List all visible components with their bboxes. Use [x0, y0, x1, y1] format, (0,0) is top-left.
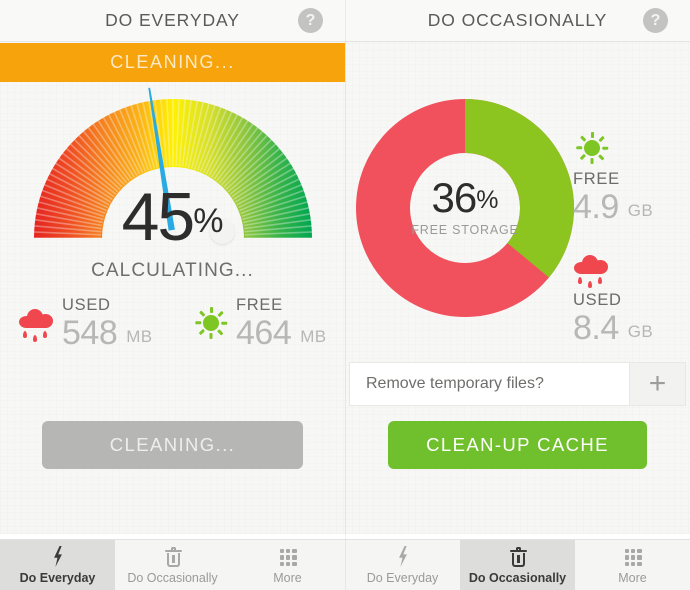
stat-free-unit: MB: [300, 327, 327, 346]
clean-up-cache-button[interactable]: CLEAN-UP CACHE: [388, 421, 647, 469]
stat-free-label: FREE: [236, 296, 283, 314]
sun-icon: [192, 305, 230, 347]
legend-free-value: 4.9 GB: [573, 189, 683, 229]
tab-more[interactable]: More: [230, 540, 345, 590]
sun-icon: [573, 130, 611, 168]
remove-temp-files-label: Remove temporary files?: [366, 375, 544, 392]
legend-used-label: USED: [573, 291, 622, 309]
tab-do-occasionally[interactable]: Do Occasionally: [460, 540, 575, 590]
cleaning-banner: CLEANING...: [0, 43, 345, 82]
dots-grid-icon: [275, 546, 301, 568]
trash-icon: [505, 546, 531, 568]
legend-free-label: FREE: [573, 170, 620, 188]
stat-free-number: 464: [236, 314, 292, 352]
donut-percent: 36%: [355, 176, 575, 222]
legend-item-free: FREE 4.9 GB: [573, 130, 683, 229]
donut-percent-unit: %: [476, 186, 499, 214]
rain-cloud-icon: [573, 251, 611, 289]
gauge-percent-unit: %: [193, 202, 224, 240]
lightning-bolt-icon: [390, 546, 416, 568]
tab-more-label: More: [618, 571, 647, 585]
donut-center-readout: 36% FREE STORAGE: [355, 176, 575, 238]
right-tab-bar: Do Everyday Do Occasionally More: [345, 539, 690, 590]
left-tab-bar: Do Everyday Do Occasionally More: [0, 539, 345, 590]
donut-percent-value: 36: [431, 174, 478, 221]
storage-donut-chart: 36% FREE STORAGE: [355, 98, 575, 318]
left-header: DO EVERYDAY ?: [0, 0, 345, 42]
gauge-percent-value: 45: [121, 179, 196, 255]
legend-free-unit: GB: [627, 201, 654, 220]
plus-icon[interactable]: +: [629, 363, 685, 405]
right-lower-band: [345, 490, 690, 534]
stat-used-unit: MB: [126, 327, 153, 346]
stat-used: USED 548 MB: [18, 295, 153, 355]
cleaning-button[interactable]: CLEANING...: [42, 421, 303, 469]
right-page-title: DO OCCASIONALLY: [427, 10, 608, 30]
stat-free: FREE 464 MB: [192, 295, 327, 355]
dual-screenshot-canvas: DO EVERYDAY ? CLEANING... 45% CALCULATIN…: [0, 0, 690, 590]
cleaning-banner-label: CLEANING...: [110, 52, 235, 72]
tab-do-everyday-label: Do Everyday: [19, 571, 96, 585]
right-phone-screen: DO OCCASIONALLY ? 36% FREE STORAGE FREE …: [345, 0, 690, 590]
legend-used-value: 8.4 GB: [573, 310, 683, 350]
gauge-status-label: CALCULATING...: [91, 260, 254, 281]
tab-do-occasionally[interactable]: Do Occasionally: [115, 540, 230, 590]
tab-do-everyday-label: Do Everyday: [366, 571, 439, 585]
left-lower-band: [0, 490, 345, 534]
stat-used-number: 548: [62, 314, 118, 352]
left-phone-screen: DO EVERYDAY ? CLEANING... 45% CALCULATIN…: [0, 0, 345, 590]
trash-icon: [160, 546, 186, 568]
left-page-title: DO EVERYDAY: [105, 10, 240, 30]
stat-used-value: 548 MB: [62, 315, 153, 355]
lightning-bolt-icon: [45, 546, 71, 568]
tab-do-everyday[interactable]: Do Everyday: [345, 540, 460, 590]
dots-grid-icon: [620, 546, 646, 568]
help-icon[interactable]: ?: [298, 8, 323, 33]
legend-used-number: 8.4: [573, 309, 619, 347]
tab-do-everyday[interactable]: Do Everyday: [0, 540, 115, 590]
legend-free-number: 4.9: [573, 188, 619, 226]
left-stats-row: USED 548 MB FREE 464 MB: [0, 295, 345, 359]
stat-used-label: USED: [62, 296, 111, 314]
storage-legend: FREE 4.9 GB USED 8.4 GB: [573, 130, 683, 372]
tab-more[interactable]: More: [575, 540, 690, 590]
legend-used-unit: GB: [627, 322, 654, 341]
stat-free-value: 464 MB: [236, 315, 327, 355]
gauge-percent: 45%: [0, 180, 345, 258]
tab-do-occasionally-label: Do Occasionally: [468, 571, 567, 585]
legend-item-used: USED 8.4 GB: [573, 251, 683, 350]
rain-cloud-icon: [18, 305, 56, 347]
help-icon[interactable]: ?: [643, 8, 668, 33]
tab-do-occasionally-label: Do Occasionally: [127, 571, 218, 585]
gauge-readout: 45% CALCULATING...: [0, 180, 345, 282]
tab-more-label: More: [273, 571, 302, 585]
remove-temp-files-row[interactable]: Remove temporary files? +: [349, 362, 686, 406]
donut-caption: FREE STORAGE: [411, 223, 519, 237]
right-header: DO OCCASIONALLY ?: [345, 0, 690, 42]
panel-seam: [345, 0, 346, 590]
